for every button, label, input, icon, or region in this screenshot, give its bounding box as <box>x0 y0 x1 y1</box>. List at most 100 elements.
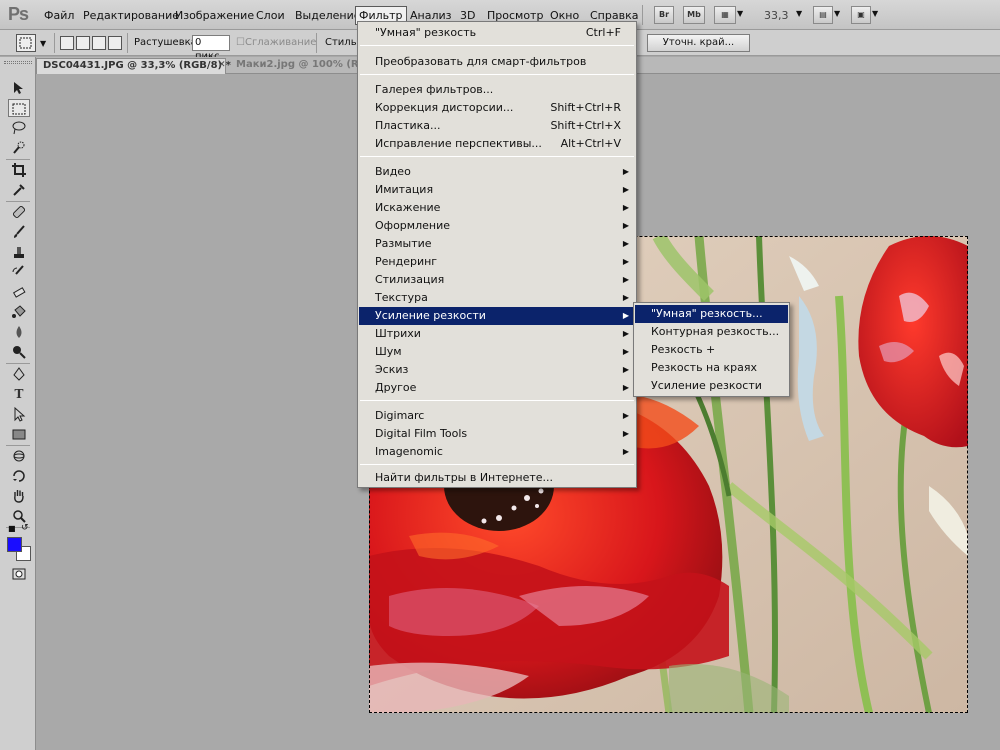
3d-rotate-tool-icon[interactable] <box>8 447 30 465</box>
paint-bucket-tool-icon[interactable] <box>8 303 30 321</box>
move-tool-icon[interactable] <box>8 79 30 97</box>
screen-mode-button[interactable]: ▣ <box>851 6 871 24</box>
clone-stamp-tool-icon[interactable] <box>8 243 30 261</box>
menu-separator <box>360 156 634 157</box>
3d-orbit-tool-icon[interactable] <box>8 467 30 485</box>
menu-item-sharpen-more[interactable]: Резкость + <box>635 341 788 359</box>
antialias-checkbox[interactable]: ☐Сглаживание <box>236 37 316 48</box>
menu-item-liquify[interactable]: Пластика... Shift+Ctrl+X <box>359 117 635 135</box>
menu-item-pixelate[interactable]: Оформление ▶ <box>359 217 635 235</box>
history-brush-tool-icon[interactable] <box>8 263 30 281</box>
path-selection-tool-icon[interactable] <box>8 405 30 423</box>
menu-item-lens-correction[interactable]: Коррекция дисторсии... Shift+Ctrl+R <box>359 99 635 117</box>
marquee-tool-icon[interactable] <box>8 99 30 117</box>
feather-input[interactable]: 0 пикс. <box>192 35 230 62</box>
menu-item-noise[interactable]: Шум ▶ <box>359 343 635 361</box>
menubar-divider <box>642 5 643 25</box>
zoom-level[interactable]: 33,3 <box>764 9 789 22</box>
brush-tool-icon[interactable] <box>8 223 30 241</box>
menu-item-texture[interactable]: Текстура ▶ <box>359 289 635 307</box>
menu-item-label: Видео <box>375 165 411 178</box>
new-selection-mode[interactable] <box>60 36 74 50</box>
menu-layers[interactable]: Слои <box>256 9 285 22</box>
toolbox-grip[interactable] <box>4 61 32 64</box>
sharpen-submenu: "Умная" резкость... Контурная резкость..… <box>633 302 790 397</box>
menu-item-sharpen[interactable]: Усиление резкости ▶ <box>359 307 635 325</box>
menu-separator <box>360 45 634 46</box>
quick-mask-icon[interactable] <box>8 565 30 583</box>
tab-label: DSC04431.JPG @ 33,3% (RGB/8) * <box>43 60 231 71</box>
menu-item-blur[interactable]: Размытие ▶ <box>359 235 635 253</box>
menu-item-other[interactable]: Другое ▶ <box>359 379 635 397</box>
add-selection-mode[interactable] <box>76 36 90 50</box>
arrange-documents-button[interactable]: ▤ <box>813 6 833 24</box>
menu-item-unsharp-mask[interactable]: Контурная резкость... <box>635 323 788 341</box>
intersect-selection-mode[interactable] <box>108 36 122 50</box>
menu-item-brush-strokes[interactable]: Штрихи ▶ <box>359 325 635 343</box>
subtract-selection-mode[interactable] <box>92 36 106 50</box>
type-tool-icon[interactable]: T <box>8 385 30 403</box>
chevron-down-icon[interactable]: ▼ <box>796 9 802 18</box>
menu-item-digital-film-tools[interactable]: Digital Film Tools ▶ <box>359 425 635 443</box>
options-divider <box>316 33 317 53</box>
menu-item-label: Преобразовать для смарт-фильтров <box>375 55 587 68</box>
menu-item-last-filter[interactable]: "Умная" резкость Ctrl+F <box>359 24 635 42</box>
menu-item-sharpen-basic[interactable]: Усиление резкости <box>635 377 788 395</box>
foreground-color-swatch[interactable] <box>7 537 22 552</box>
eraser-tool-icon[interactable] <box>8 283 30 301</box>
tool-preset-picker[interactable] <box>16 34 36 52</box>
menu-separator <box>360 74 634 75</box>
blur-tool-icon[interactable] <box>8 323 30 341</box>
hand-tool-icon[interactable] <box>8 487 30 505</box>
menu-file[interactable]: Файл <box>44 9 74 22</box>
chevron-down-icon[interactable]: ▼ <box>872 9 878 18</box>
menu-item-label: Стилизация <box>375 273 445 286</box>
menu-item-browse-filters-online[interactable]: Найти фильтры в Интернете... <box>359 469 635 487</box>
swap-colors-icon[interactable]: ↺ <box>21 523 29 533</box>
menu-item-artistic[interactable]: Имитация ▶ <box>359 181 635 199</box>
crop-tool-icon[interactable] <box>8 161 30 179</box>
close-icon[interactable]: ✕ <box>218 60 226 70</box>
menu-item-label: Эскиз <box>375 363 409 376</box>
mini-bridge-button[interactable]: Mb <box>683 6 705 24</box>
menu-item-imagenomic[interactable]: Imagenomic ▶ <box>359 443 635 461</box>
healing-brush-tool-icon[interactable] <box>8 203 30 221</box>
menu-item-label: Digimarc <box>375 409 425 422</box>
menu-item-filter-gallery[interactable]: Галерея фильтров... <box>359 81 635 99</box>
chevron-down-icon[interactable]: ▼ <box>737 9 743 18</box>
menu-item-convert-smart-filters[interactable]: Преобразовать для смарт-фильтров <box>359 53 635 71</box>
extras-button[interactable]: ▦ <box>714 6 736 24</box>
quick-selection-tool-icon[interactable] <box>8 139 30 157</box>
dodge-tool-icon[interactable] <box>8 343 30 361</box>
bridge-button[interactable]: Br <box>654 6 674 24</box>
options-divider <box>127 33 128 53</box>
menu-item-vanishing-point[interactable]: Исправление перспективы... Alt+Ctrl+V <box>359 135 635 153</box>
menu-item-smart-sharpen[interactable]: "Умная" резкость... <box>635 305 788 323</box>
chevron-down-icon[interactable]: ▼ <box>40 39 46 48</box>
eyedropper-tool-icon[interactable] <box>8 181 30 199</box>
default-colors-icon[interactable]: ■ <box>8 524 16 533</box>
menu-item-label: Штрихи <box>375 327 421 340</box>
submenu-arrow-icon: ▶ <box>622 411 629 420</box>
menu-item-sharpen-edges[interactable]: Резкость на краях <box>635 359 788 377</box>
submenu-arrow-icon: ▶ <box>622 167 629 176</box>
menu-edit[interactable]: Редактирование <box>83 9 179 22</box>
menu-item-sketch[interactable]: Эскиз ▶ <box>359 361 635 379</box>
screen-mode-icon: ▣ <box>857 10 865 19</box>
refine-edge-button[interactable]: Уточн. край... <box>647 34 750 52</box>
menu-item-distort[interactable]: Искажение ▶ <box>359 199 635 217</box>
menu-item-digimarc[interactable]: Digimarc ▶ <box>359 407 635 425</box>
lasso-tool-icon[interactable] <box>8 119 30 137</box>
pen-tool-icon[interactable] <box>8 365 30 383</box>
chevron-down-icon[interactable]: ▼ <box>834 9 840 18</box>
submenu-arrow-icon: ▶ <box>622 311 629 320</box>
submenu-arrow-icon: ▶ <box>622 447 629 456</box>
tab-maki2[interactable]: Маки2.jpg @ 100% (RGB <box>230 58 374 74</box>
rectangle-tool-icon[interactable] <box>8 425 30 443</box>
tab-dsc04431[interactable]: DSC04431.JPG @ 33,3% (RGB/8) * <box>36 58 231 74</box>
menu-image[interactable]: Изображение <box>175 9 254 22</box>
menu-item-stylize[interactable]: Стилизация ▶ <box>359 271 635 289</box>
menu-item-render[interactable]: Рендеринг ▶ <box>359 253 635 271</box>
menu-select[interactable]: Выделение <box>295 9 361 22</box>
menu-item-video[interactable]: Видео ▶ <box>359 163 635 181</box>
